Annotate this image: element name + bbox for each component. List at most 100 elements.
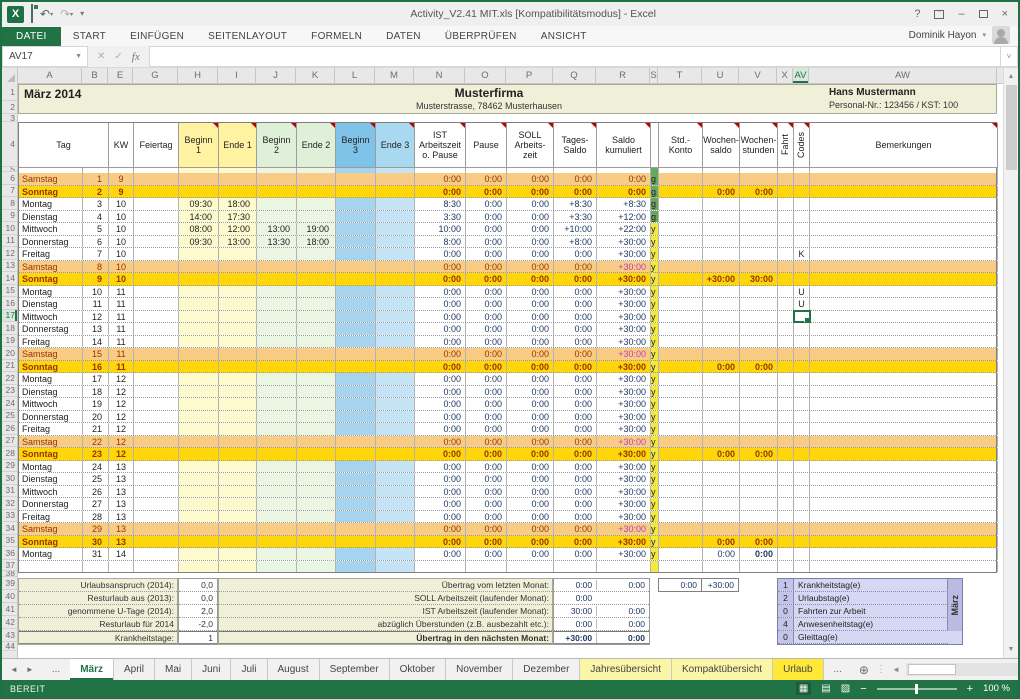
cell-ks-r29[interactable]: +30:00 (597, 460, 651, 472)
cell-date-r36[interactable]: 31 (83, 548, 109, 560)
cell-b2-r31[interactable] (257, 485, 297, 497)
table-header-fahrt[interactable]: Fahrt (778, 123, 794, 168)
row-header-18[interactable]: 18 (2, 322, 17, 335)
cell-e3-r9[interactable] (376, 210, 415, 222)
cell-ws-r8[interactable] (703, 198, 740, 210)
cell-day-r14[interactable]: Sonntag (19, 273, 83, 285)
cell-s-r28[interactable]: y (651, 448, 659, 460)
cell-ko-r9[interactable] (659, 210, 703, 222)
cell-date-r6[interactable]: 1 (83, 173, 109, 185)
cell-bm-r32[interactable] (810, 498, 998, 510)
cell-e2-r26[interactable] (297, 423, 336, 435)
cell-e2-r10[interactable]: 19:00 (297, 223, 336, 235)
cell-ko-r12[interactable] (659, 248, 703, 260)
cell-fa-r30[interactable] (778, 473, 794, 485)
cell-e1-r13[interactable] (219, 260, 257, 272)
summary-value-1[interactable]: 0:00 (554, 593, 596, 603)
cell-b1-r11[interactable]: 09:30 (179, 235, 219, 247)
cell-b1-r35[interactable] (179, 535, 219, 547)
cell-so-r15[interactable]: 0:00 (507, 285, 554, 297)
cell-hol-r23[interactable] (134, 385, 179, 397)
cell-day-r32[interactable]: Donnerstag (19, 498, 83, 510)
cell-hol-r27[interactable] (134, 435, 179, 447)
cell-b3-r18[interactable] (336, 323, 376, 335)
cell-e3-r27[interactable] (376, 435, 415, 447)
cell-day-r20[interactable]: Samstag (19, 348, 83, 360)
cell-ws-r24[interactable] (703, 398, 740, 410)
summary-value-1[interactable]: 30:00 (554, 606, 596, 616)
cell-hol-r31[interactable] (134, 485, 179, 497)
sheet-tab-september[interactable]: September (320, 659, 390, 680)
zoom-out-button[interactable]: − (860, 683, 866, 695)
view-normal-icon[interactable]: ▦ (795, 682, 812, 695)
cell-pa-r27[interactable]: 0:00 (466, 435, 507, 447)
row-header-30[interactable]: 30 (2, 472, 17, 485)
cell-hol-r22[interactable] (134, 373, 179, 385)
cell-b1-r20[interactable] (179, 348, 219, 360)
cell-kw-r15[interactable]: 11 (109, 285, 134, 297)
cell-hol-r24[interactable] (134, 398, 179, 410)
cell-ist-r34[interactable]: 0:00 (415, 523, 466, 535)
cell-ko-r20[interactable] (659, 348, 703, 360)
cell-e1-r7[interactable] (219, 185, 257, 197)
cell-e2-r21[interactable] (297, 360, 336, 372)
cell-b1-r7[interactable] (179, 185, 219, 197)
cell-b2-r25[interactable] (257, 410, 297, 422)
summary-value-1[interactable]: 0:00 (554, 580, 596, 590)
cell-ko-r14[interactable] (659, 273, 703, 285)
cell-b3-r27[interactable] (336, 435, 376, 447)
cell-e3-r13[interactable] (376, 260, 415, 272)
row-header-12[interactable]: 12 (2, 247, 17, 260)
ribbon-tab-einfügen[interactable]: EINFÜGEN (118, 27, 196, 46)
sheet-tab-dezember[interactable]: Dezember (513, 659, 581, 680)
undo-button[interactable]: ↶▾ (40, 8, 53, 21)
cell-day-r25[interactable]: Donnerstag (19, 410, 83, 422)
maximize-button[interactable] (978, 10, 988, 18)
cell-cd-r22[interactable] (794, 373, 810, 385)
cell-e3-r36[interactable] (376, 548, 415, 560)
cell-day-r31[interactable]: Mittwoch (19, 485, 83, 497)
cell-ws-r27[interactable] (703, 435, 740, 447)
column-header-AV[interactable]: AV (793, 68, 809, 83)
cell-bm-r35[interactable] (810, 535, 998, 547)
cell-ist-r28[interactable]: 0:00 (415, 448, 466, 460)
legend-count[interactable]: 1 (778, 579, 794, 591)
cell-wst-r22[interactable] (740, 373, 778, 385)
cell-fa-r12[interactable] (778, 248, 794, 260)
table-header-ende3[interactable]: Ende 3 (376, 123, 415, 168)
cell-date-r19[interactable]: 14 (83, 335, 109, 347)
cell-cd-r8[interactable] (794, 198, 810, 210)
cell-hol-r18[interactable] (134, 323, 179, 335)
cell-e1-r14[interactable] (219, 273, 257, 285)
cell[interactable] (794, 560, 810, 572)
cell-bm-r11[interactable] (810, 235, 998, 247)
cell-b1-r33[interactable] (179, 510, 219, 522)
cell-ko-r7[interactable] (659, 185, 703, 197)
cell-b3-r26[interactable] (336, 423, 376, 435)
cell-so-r8[interactable]: 0:00 (507, 198, 554, 210)
cell-pa-r34[interactable]: 0:00 (466, 523, 507, 535)
cell-day-r17[interactable]: Mittwoch (19, 310, 83, 322)
redo-button[interactable]: ↷▾ (60, 8, 73, 21)
cell-ts-r18[interactable]: 0:00 (554, 323, 597, 335)
cell-so-r33[interactable]: 0:00 (507, 510, 554, 522)
row-header-44[interactable]: 44 (2, 642, 17, 651)
cell-day-r7[interactable]: Sonntag (19, 185, 83, 197)
cell-kw-r26[interactable]: 12 (109, 423, 134, 435)
cell-kw-r31[interactable]: 13 (109, 485, 134, 497)
cell-b3-r36[interactable] (336, 548, 376, 560)
cell-ts-r26[interactable]: 0:00 (554, 423, 597, 435)
cell-b3-r8[interactable] (336, 198, 376, 210)
zoom-slider[interactable] (876, 683, 957, 694)
tab-scroll-right-icon[interactable]: ► (26, 665, 34, 674)
cell-hol-r8[interactable] (134, 198, 179, 210)
cell-bm-r36[interactable] (810, 548, 998, 560)
cell-bm-r24[interactable] (810, 398, 998, 410)
hours-carry-v2[interactable]: +30:00 (702, 578, 739, 592)
cell-b2-r12[interactable] (257, 248, 297, 260)
row-header-17[interactable]: 17 (2, 309, 17, 322)
cell-e3-r22[interactable] (376, 373, 415, 385)
column-header-K[interactable]: K (296, 68, 335, 83)
cell-e2-r18[interactable] (297, 323, 336, 335)
cell-ist-r13[interactable]: 0:00 (415, 260, 466, 272)
